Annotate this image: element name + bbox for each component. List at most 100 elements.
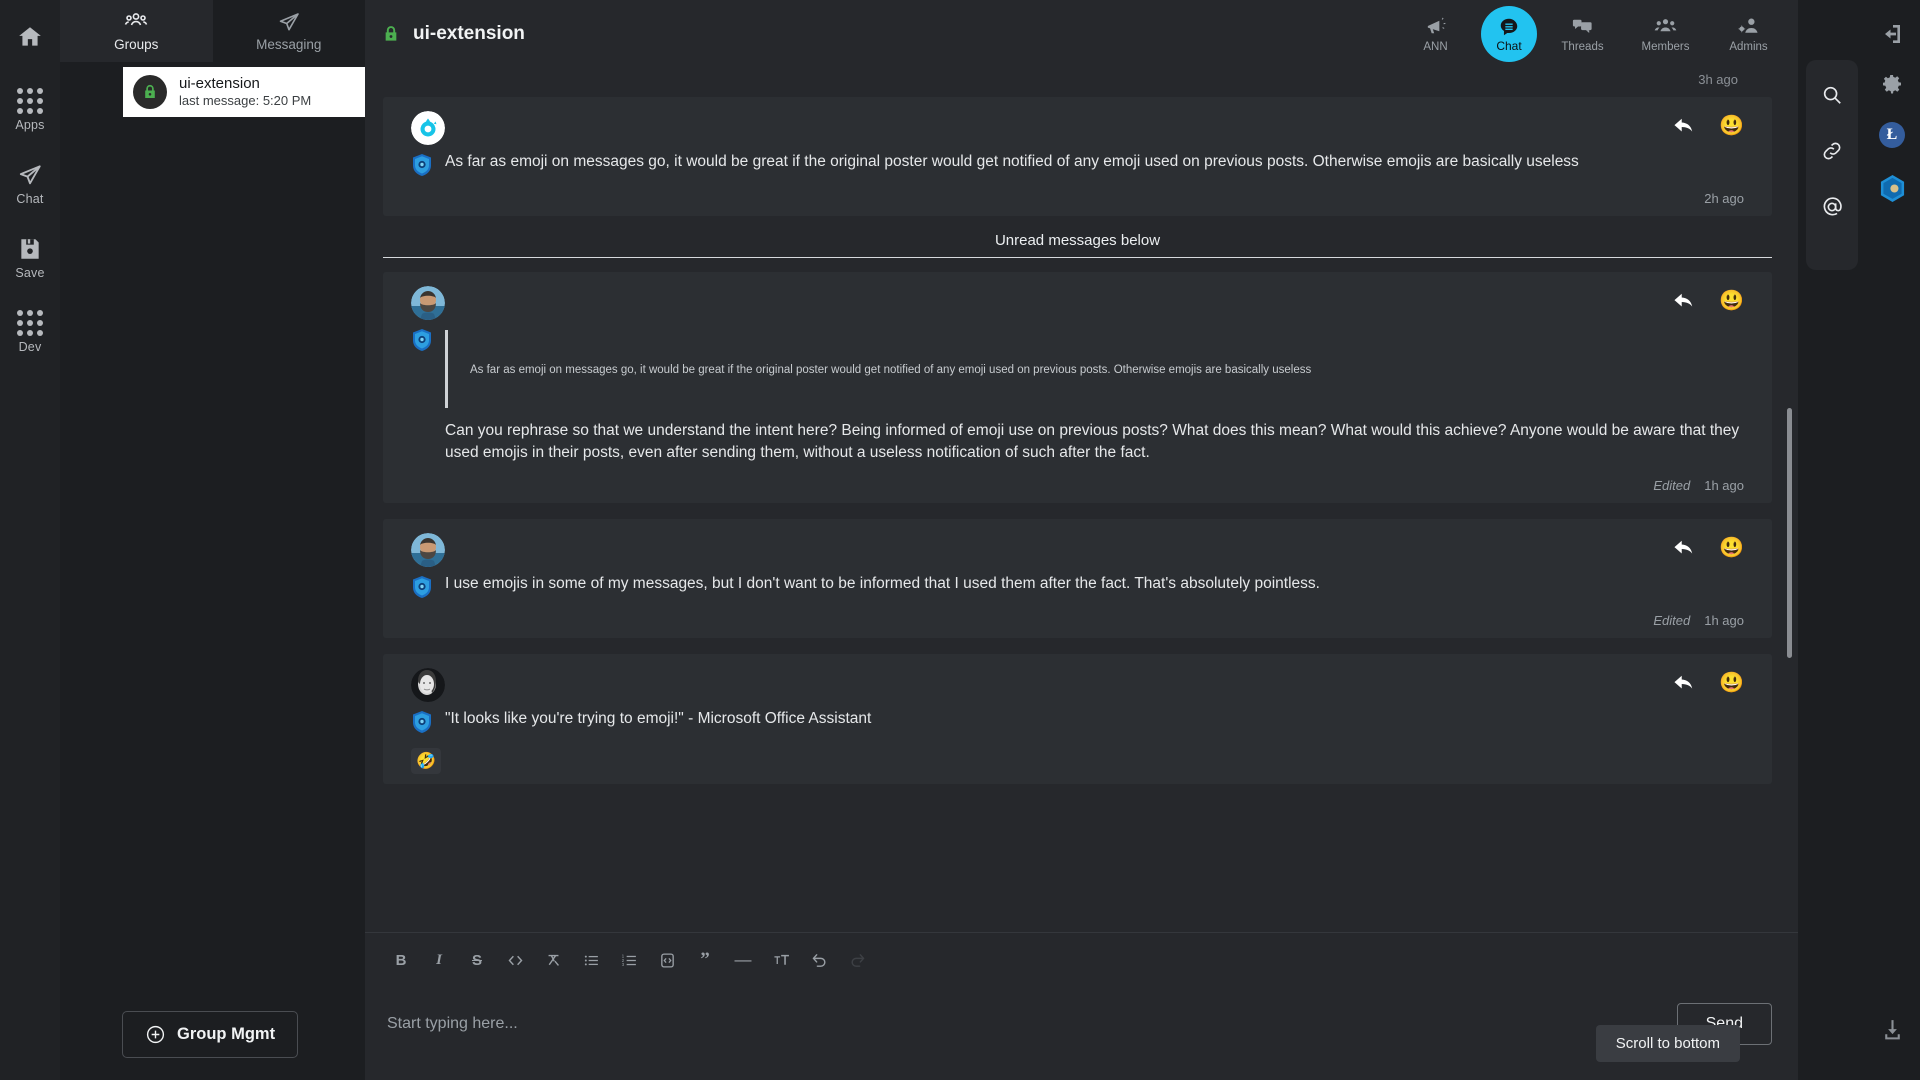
logout-icon[interactable] [1880, 22, 1904, 46]
plus-circle-icon [146, 1025, 165, 1044]
message-body: I use emojis in some of my messages, but… [411, 573, 1744, 599]
reply-arrow-icon[interactable] [1673, 291, 1695, 311]
message-timestamp: 2h ago [1704, 191, 1744, 206]
rail-item-dev[interactable]: Dev [0, 310, 60, 354]
page-title: ui-extension [413, 23, 525, 44]
avatar[interactable] [411, 668, 445, 703]
add-reaction-button[interactable]: 😃 [1719, 291, 1744, 311]
conversation-item-ui-extension[interactable]: ui-extension last message: 5:20 PM [123, 67, 365, 117]
message-body: As far as emoji on messages go, it would… [411, 151, 1744, 177]
italic-button[interactable]: I [425, 947, 453, 973]
redo-button[interactable] [843, 947, 871, 973]
horizontal-rule-button[interactable]: — [729, 947, 757, 973]
avatar[interactable] [411, 111, 445, 145]
message-text: As far as emoji on messages go, it would… [445, 153, 1579, 170]
conversation-meta: ui-extension last message: 5:20 PM [179, 75, 311, 110]
clear-formatting-button[interactable] [539, 947, 567, 973]
tab-messaging[interactable]: Messaging [213, 0, 366, 62]
blue-shield-badge [413, 329, 431, 351]
numbered-list-icon: 123 [621, 953, 636, 967]
message-item: 😃 As far as emoji on messages go, it wou… [383, 97, 1772, 216]
scroll-to-bottom-button[interactable]: Scroll to bottom [1595, 1025, 1740, 1062]
threads-icon [1572, 19, 1592, 34]
group-mgmt-button[interactable]: Group Mgmt [122, 1011, 299, 1058]
groups-column: Groups Messaging ui-extension last messa… [60, 0, 365, 1080]
add-reaction-button[interactable]: 😃 [1719, 538, 1744, 558]
redo-arrow-icon [850, 953, 864, 967]
add-reaction-button[interactable]: 😃 [1719, 116, 1744, 136]
download-icon[interactable] [1880, 1017, 1905, 1042]
rail-item-chat[interactable]: Chat [0, 162, 60, 206]
litecoin-badge-icon[interactable]: Ł [1879, 122, 1905, 148]
bullet-list-icon [584, 955, 598, 965]
formatting-toolbar: B I S 123 ” — [387, 943, 1772, 977]
link-icon[interactable] [1821, 140, 1843, 162]
message-content-wrap: As far as emoji on messages go, it would… [445, 326, 1744, 464]
bullet-list-button[interactable] [577, 947, 605, 973]
message-actions: 😃 [1673, 111, 1744, 136]
message-footer: Edited 1h ago [411, 478, 1744, 493]
chat-send-icon [19, 165, 41, 185]
group-mgmt-label: Group Mgmt [177, 1025, 276, 1043]
message-list[interactable]: 3h ago 😃 As far as emoji on messages go,… [365, 68, 1798, 932]
right-tool-panel [1798, 0, 1864, 1080]
conversation-name: ui-extension [179, 74, 260, 92]
quoted-message: As far as emoji on messages go, it would… [445, 330, 1744, 409]
avatar[interactable] [411, 533, 445, 568]
apps-grid-icon [17, 88, 43, 114]
tab-messaging-label: Messaging [256, 37, 322, 52]
message-text: Can you rephrase so that we understand t… [445, 422, 1740, 462]
bold-button[interactable]: B [387, 947, 415, 973]
reaction-chip[interactable]: 🤣 [411, 748, 441, 775]
tab-admins[interactable]: Admins [1711, 11, 1786, 57]
message-header: 😃 [411, 111, 1744, 145]
mention-icon[interactable] [1821, 196, 1843, 218]
avatar[interactable] [411, 286, 445, 320]
rail-item-save[interactable]: Save [0, 236, 60, 280]
inline-code-button[interactable] [501, 947, 529, 973]
text-size-button[interactable] [767, 947, 795, 973]
settings-gear-icon[interactable] [1880, 72, 1904, 96]
svg-text:3: 3 [621, 962, 624, 967]
right-tool-card [1806, 60, 1858, 270]
message-header: 😃 [411, 533, 1744, 568]
hexagon-app-icon[interactable] [1879, 174, 1906, 203]
message-input[interactable] [387, 1015, 1677, 1033]
chat-lines-icon [1500, 18, 1518, 35]
edited-label: Edited [1653, 478, 1691, 494]
code-angle-icon [508, 955, 522, 965]
message-body: As far as emoji on messages go, it would… [411, 326, 1744, 464]
rail-item-apps[interactable]: Apps [0, 88, 60, 132]
tab-ann[interactable]: ANN [1398, 11, 1473, 57]
strikethrough-button[interactable]: S [463, 947, 491, 973]
rail-label-save: Save [15, 266, 45, 280]
reaction-row: 🤣 [411, 748, 1744, 775]
code-block-button[interactable] [653, 947, 681, 973]
clear-format-icon [548, 954, 559, 966]
numbered-list-button[interactable]: 123 [615, 947, 643, 973]
tab-admins-label: Admins [1729, 41, 1768, 53]
dev-grid-icon [17, 310, 43, 336]
search-icon[interactable] [1821, 84, 1843, 106]
reply-arrow-icon[interactable] [1673, 538, 1695, 558]
message-list-scrollbar[interactable] [1787, 408, 1792, 658]
tab-threads[interactable]: Threads [1545, 11, 1620, 57]
blockquote-button[interactable]: ” [691, 947, 719, 973]
message-actions: 😃 [1673, 533, 1744, 558]
tab-members[interactable]: Members [1628, 11, 1703, 57]
home-icon [19, 27, 41, 46]
tab-groups[interactable]: Groups [60, 0, 213, 62]
conversation-subtitle: last message: 5:20 PM [179, 93, 312, 109]
tab-chat[interactable]: Chat [1481, 6, 1537, 62]
tab-members-label: Members [1641, 41, 1690, 53]
reply-arrow-icon[interactable] [1673, 116, 1695, 136]
undo-button[interactable] [805, 947, 833, 973]
unread-divider: Unread messages below [383, 232, 1772, 258]
chat-header: ui-extension ANN Chat Threads Members Ad… [365, 0, 1798, 68]
unread-divider-label: Unread messages below [994, 232, 1161, 249]
rail-item-home[interactable] [0, 24, 60, 50]
chat-main: ui-extension ANN Chat Threads Members Ad… [365, 0, 1798, 1080]
undo-arrow-icon [812, 953, 826, 967]
reply-arrow-icon[interactable] [1673, 673, 1695, 693]
add-reaction-button[interactable]: 😃 [1719, 673, 1744, 693]
